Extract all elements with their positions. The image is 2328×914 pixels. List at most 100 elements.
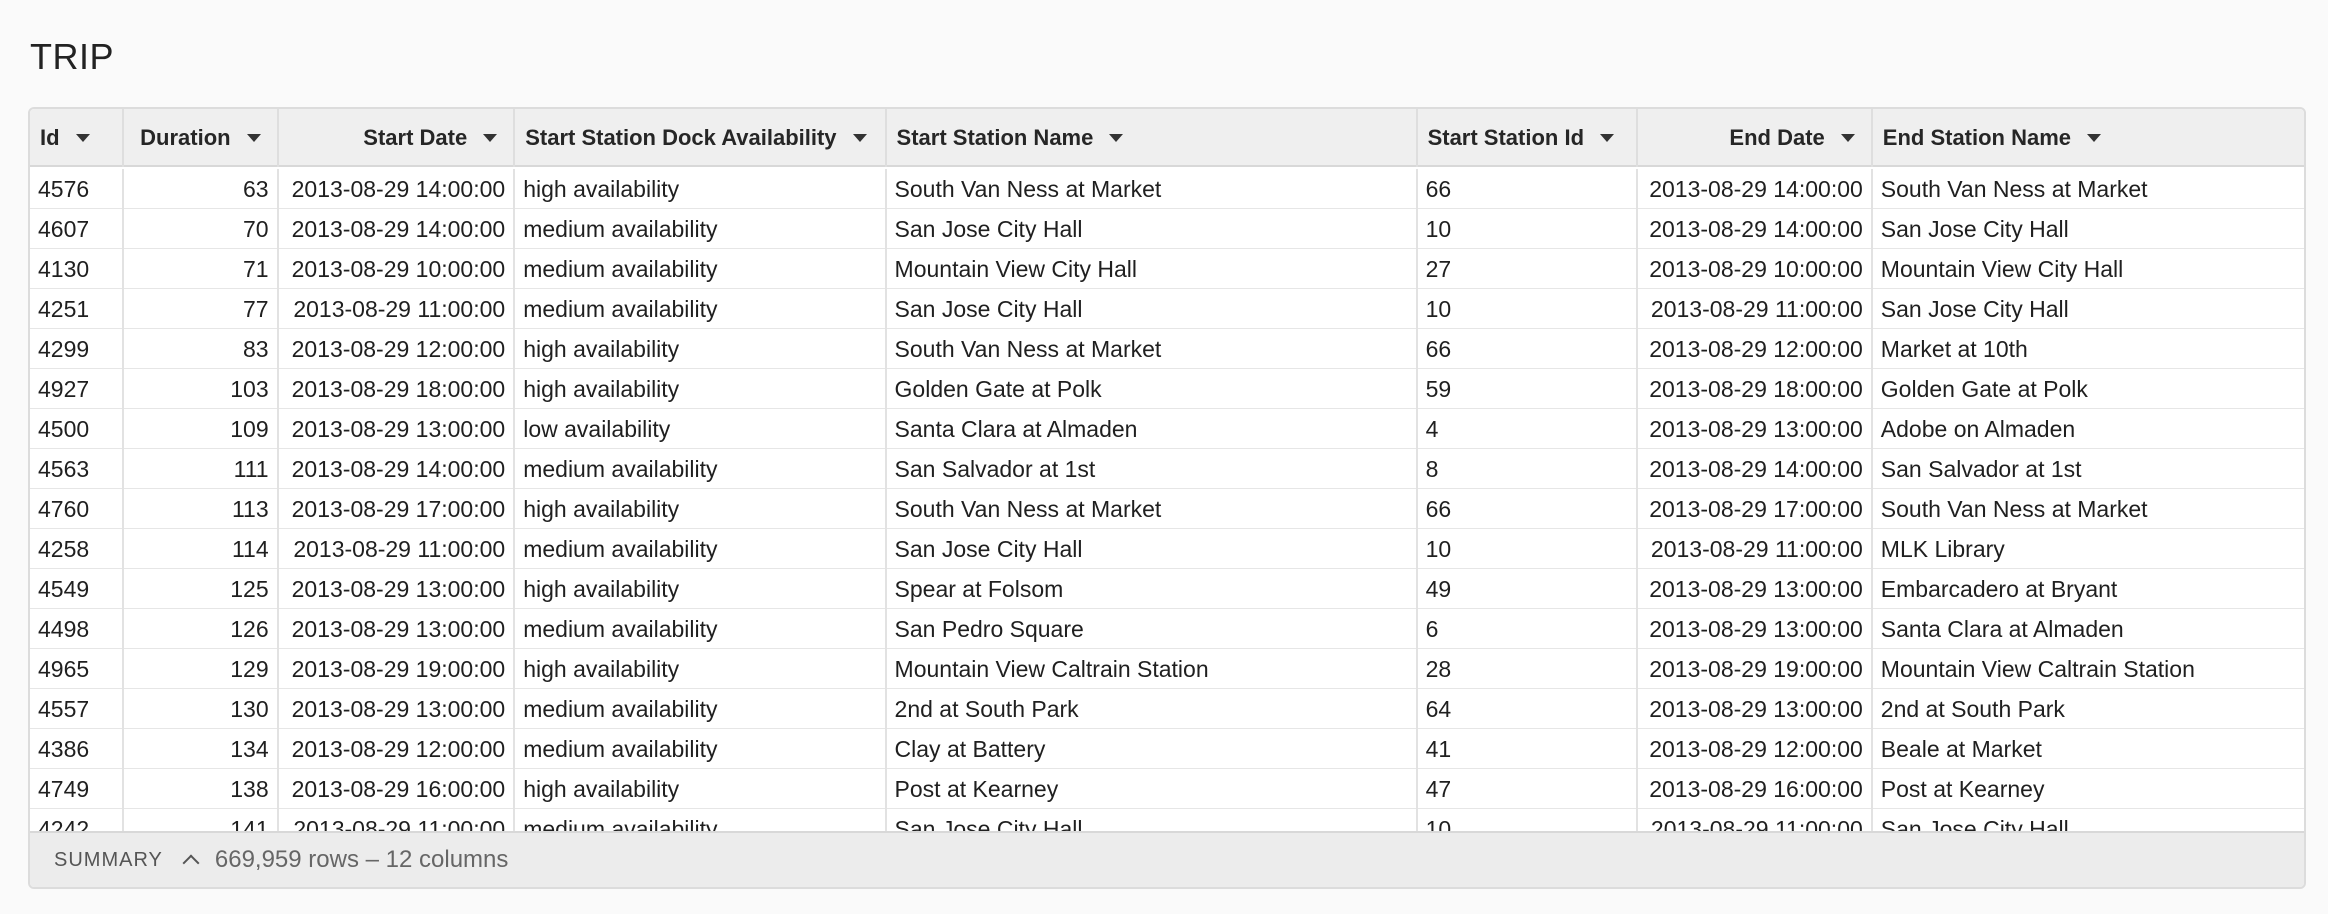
table-cell[interactable]: 4251 <box>30 289 124 329</box>
column-header[interactable]: Start Station Id <box>1418 109 1639 167</box>
table-cell[interactable]: 66 <box>1418 489 1639 529</box>
table-cell[interactable]: medium availability <box>515 209 887 249</box>
table-cell[interactable]: 130 <box>124 689 279 729</box>
sort-caret-icon[interactable] <box>75 134 90 142</box>
table-cell[interactable]: medium availability <box>515 809 887 831</box>
table-row[interactable]: 4965 129 2013-08-29 19:00:00 high availabil… <box>30 649 2304 689</box>
table-cell[interactable]: 138 <box>124 769 279 809</box>
table-cell[interactable]: Golden Gate at Polk <box>1873 369 2304 409</box>
table-row[interactable]: 4251 77 2013-08-29 11:00:00 medium availabi… <box>30 289 2304 329</box>
table-cell[interactable]: South Van Ness at Market <box>887 169 1418 209</box>
table-cell[interactable]: Post at Kearney <box>887 769 1418 809</box>
table-cell[interactable]: 4607 <box>30 209 124 249</box>
table-cell[interactable]: 126 <box>124 609 279 649</box>
table-cell[interactable]: San Pedro Square <box>887 609 1418 649</box>
table-cell[interactable]: 109 <box>124 409 279 449</box>
table-cell[interactable]: 10 <box>1418 209 1639 249</box>
table-cell[interactable]: San Jose City Hall <box>1873 209 2304 249</box>
table-cell[interactable]: 2013-08-29 14:00:00 <box>279 449 516 489</box>
table-cell[interactable]: 2013-08-29 14:00:00 <box>1638 169 1873 209</box>
table-cell[interactable]: 66 <box>1418 329 1639 369</box>
table-cell[interactable]: Embarcadero at Bryant <box>1873 569 2304 609</box>
table-cell[interactable]: 10 <box>1418 289 1639 329</box>
table-cell[interactable]: MLK Library <box>1873 529 2304 569</box>
table-cell[interactable]: medium availability <box>515 529 887 569</box>
sort-caret-icon[interactable] <box>2087 134 2102 142</box>
table-cell[interactable]: 2013-08-29 13:00:00 <box>279 609 516 649</box>
column-header[interactable]: Start Station Dock Availability <box>515 109 887 167</box>
table-cell[interactable]: 70 <box>124 209 279 249</box>
table-cell[interactable]: 2013-08-29 18:00:00 <box>279 369 516 409</box>
table-cell[interactable]: 2013-08-29 13:00:00 <box>1638 569 1873 609</box>
table-cell[interactable]: San Jose City Hall <box>887 529 1418 569</box>
table-cell[interactable]: medium availability <box>515 609 887 649</box>
table-cell[interactable]: 2013-08-29 10:00:00 <box>279 249 516 289</box>
table-row[interactable]: 4607 70 2013-08-29 14:00:00 medium availabi… <box>30 209 2304 249</box>
table-cell[interactable]: 2013-08-29 19:00:00 <box>279 649 516 689</box>
table-cell[interactable]: 27 <box>1418 249 1639 289</box>
table-cell[interactable]: 10 <box>1418 529 1639 569</box>
column-header[interactable]: Duration <box>124 109 279 167</box>
table-cell[interactable]: 2013-08-29 12:00:00 <box>1638 329 1873 369</box>
table-row[interactable]: 4557 130 2013-08-29 13:00:00 medium availab… <box>30 689 2304 729</box>
table-cell[interactable]: 71 <box>124 249 279 289</box>
table-cell[interactable]: high availability <box>515 769 887 809</box>
table-cell[interactable]: 2013-08-29 13:00:00 <box>279 689 516 729</box>
table-cell[interactable]: San Salvador at 1st <box>1873 449 2304 489</box>
table-cell[interactable]: 129 <box>124 649 279 689</box>
column-header[interactable]: Start Date <box>279 109 516 167</box>
table-cell[interactable]: high availability <box>515 369 887 409</box>
table-cell[interactable]: Adobe on Almaden <box>1873 409 2304 449</box>
summary-toggle-label[interactable]: SUMMARY <box>54 849 163 872</box>
table-cell[interactable]: 4749 <box>30 769 124 809</box>
table-cell[interactable]: high availability <box>515 489 887 529</box>
table-cell[interactable]: 2013-08-29 13:00:00 <box>279 409 516 449</box>
table-cell[interactable]: 4258 <box>30 529 124 569</box>
table-row[interactable]: 4760 113 2013-08-29 17:00:00 high availabil… <box>30 489 2304 529</box>
table-cell[interactable]: South Van Ness at Market <box>887 329 1418 369</box>
table-cell[interactable]: 4498 <box>30 609 124 649</box>
table-cell[interactable]: 4130 <box>30 249 124 289</box>
column-header[interactable]: End Station Name <box>1873 109 2304 167</box>
table-cell[interactable]: Post at Kearney <box>1873 769 2304 809</box>
table-cell[interactable]: Spear at Folsom <box>887 569 1418 609</box>
table-cell[interactable]: 4965 <box>30 649 124 689</box>
chevron-up-icon[interactable] <box>182 854 200 872</box>
table-cell[interactable]: 134 <box>124 729 279 769</box>
table-cell[interactable]: South Van Ness at Market <box>887 489 1418 529</box>
table-cell[interactable]: 8 <box>1418 449 1639 489</box>
sort-caret-icon[interactable] <box>483 134 498 142</box>
table-cell[interactable]: Beale at Market <box>1873 729 2304 769</box>
table-cell[interactable]: 4563 <box>30 449 124 489</box>
table-cell[interactable]: medium availability <box>515 249 887 289</box>
table-row[interactable]: 4386 134 2013-08-29 12:00:00 medium availab… <box>30 729 2304 769</box>
sort-caret-icon[interactable] <box>246 134 261 142</box>
table-cell[interactable]: Santa Clara at Almaden <box>1873 609 2304 649</box>
table-cell[interactable]: medium availability <box>515 729 887 769</box>
table-cell[interactable]: high availability <box>515 569 887 609</box>
table-row[interactable]: 4927 103 2013-08-29 18:00:00 high availabil… <box>30 369 2304 409</box>
table-cell[interactable]: 4549 <box>30 569 124 609</box>
table-cell[interactable]: 113 <box>124 489 279 529</box>
table-row[interactable]: 4576 63 2013-08-29 14:00:00 high availabili… <box>30 169 2304 209</box>
table-cell[interactable]: 83 <box>124 329 279 369</box>
table-cell[interactable]: 63 <box>124 169 279 209</box>
table-cell[interactable]: 2013-08-29 11:00:00 <box>279 289 516 329</box>
table-cell[interactable]: 114 <box>124 529 279 569</box>
table-cell[interactable]: 2013-08-29 13:00:00 <box>1638 689 1873 729</box>
table-cell[interactable]: San Jose City Hall <box>887 809 1418 831</box>
table-row[interactable]: 4242 141 2013-08-29 11:00:00 medium availab… <box>30 809 2304 831</box>
table-cell[interactable]: San Salvador at 1st <box>887 449 1418 489</box>
table-cell[interactable]: medium availability <box>515 449 887 489</box>
table-cell[interactable]: 111 <box>124 449 279 489</box>
table-cell[interactable]: Mountain View Caltrain Station <box>1873 649 2304 689</box>
table-cell[interactable]: South Van Ness at Market <box>1873 169 2304 209</box>
table-cell[interactable]: 2013-08-29 14:00:00 <box>279 169 516 209</box>
table-cell[interactable]: 2013-08-29 17:00:00 <box>279 489 516 529</box>
column-header[interactable]: Start Station Name <box>887 109 1418 167</box>
table-cell[interactable]: low availability <box>515 409 887 449</box>
table-cell[interactable]: Mountain View Caltrain Station <box>887 649 1418 689</box>
table-cell[interactable]: 2013-08-29 17:00:00 <box>1638 489 1873 529</box>
column-header[interactable]: End Date <box>1638 109 1873 167</box>
sort-caret-icon[interactable] <box>1109 134 1124 142</box>
